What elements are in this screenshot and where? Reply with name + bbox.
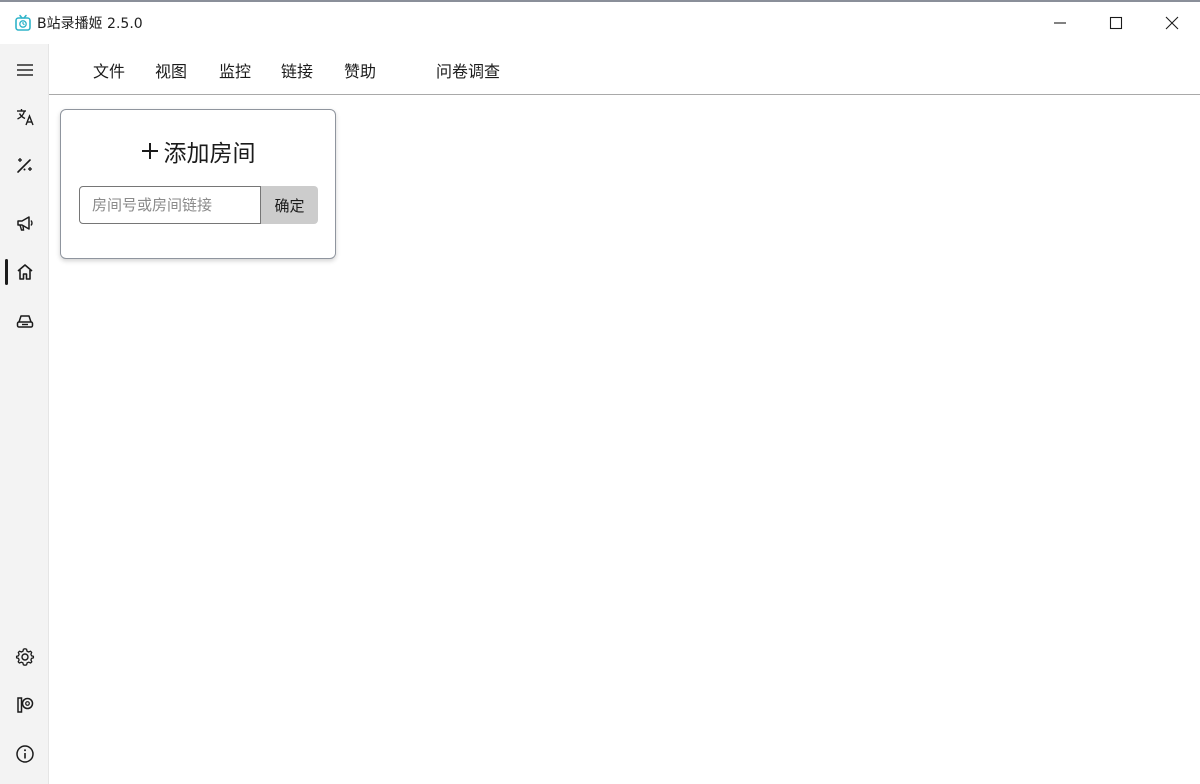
sidebar-item-menu[interactable] (0, 50, 49, 90)
add-room-card: 添加房间 确定 (60, 109, 336, 259)
add-room-title-text: 添加房间 (163, 141, 256, 167)
menu-icon (16, 64, 33, 76)
megaphone-icon (16, 216, 33, 231)
close-button[interactable] (1144, 2, 1200, 44)
info-icon (15, 745, 34, 763)
sidebar-item-announcement[interactable] (0, 203, 49, 243)
home-icon (16, 264, 33, 280)
sidebar-item-toolbox[interactable] (0, 145, 49, 185)
minimize-button[interactable] (1032, 2, 1088, 44)
sidebar-item-home[interactable] (0, 252, 49, 292)
menu-view[interactable]: 视图 (155, 58, 187, 82)
maximize-icon (1109, 16, 1123, 30)
confirm-button[interactable]: 确定 (261, 186, 318, 224)
sidebar-item-logs[interactable] (0, 301, 49, 341)
translate-icon (16, 109, 34, 126)
menu-monitor[interactable]: 监控 (219, 58, 251, 82)
menu-links[interactable]: 链接 (281, 58, 313, 82)
room-id-input[interactable] (79, 186, 261, 224)
menu-bar: 文件 视图 监控 链接 赞助 问卷调查 (49, 44, 1200, 95)
add-room-title: 添加房间 (61, 134, 335, 168)
magic-wand-icon (16, 158, 32, 173)
menu-survey[interactable]: 问卷调查 (436, 58, 500, 82)
menu-sponsor[interactable]: 赞助 (344, 58, 376, 82)
patreon-icon (16, 697, 33, 713)
sidebar-item-language[interactable] (0, 97, 49, 137)
menu-file[interactable]: 文件 (93, 58, 125, 82)
archive-icon (16, 315, 33, 328)
sidebar-item-about[interactable] (0, 734, 49, 774)
sidebar-item-settings[interactable] (0, 637, 49, 677)
gear-icon (15, 648, 34, 666)
plus-icon (141, 143, 158, 159)
sidebar (0, 44, 49, 784)
close-icon (1165, 16, 1179, 30)
title-bar[interactable]: B站录播姬 2.5.0 (0, 2, 1200, 44)
app-logo-icon (15, 14, 31, 31)
app-window: B站录播姬 2.5.0 文件 视图 监控 链接 赞助 问卷调查 添加房间 房间号… (0, 0, 1200, 784)
sidebar-item-sponsor[interactable] (0, 685, 49, 725)
maximize-button[interactable] (1088, 2, 1144, 44)
window-title: B站录播姬 2.5.0 (37, 16, 143, 32)
minimize-icon (1054, 22, 1066, 24)
